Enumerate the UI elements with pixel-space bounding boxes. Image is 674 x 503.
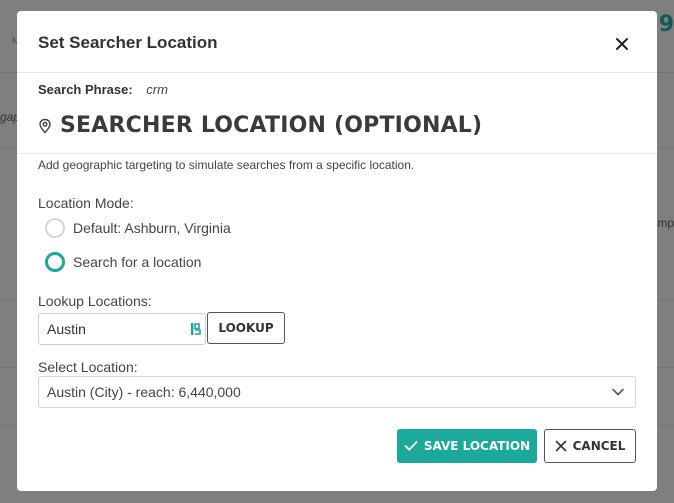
search-phrase-row: Search Phrase: crm <box>38 82 168 97</box>
close-icon <box>616 38 628 50</box>
location-mode-label: Location Mode: <box>38 195 134 211</box>
section-title: SEARCHER LOCATION (OPTIONAL) <box>60 113 483 138</box>
x-icon <box>555 440 566 452</box>
chevron-down-icon <box>612 388 624 396</box>
cancel-button[interactable]: CANCEL <box>544 429 636 463</box>
set-searcher-location-dialog: Set Searcher Location Search Phrase: crm… <box>17 11 657 491</box>
save-location-button[interactable]: SAVE LOCATION <box>397 429 537 463</box>
check-icon <box>404 441 418 451</box>
select-location-dropdown[interactable]: Austin (City) - reach: 6,440,000 <box>38 376 636 408</box>
cancel-label: CANCEL <box>572 439 626 453</box>
section-description: Add geographic targeting to simulate sea… <box>38 158 415 172</box>
radio-search-location[interactable]: Search for a location <box>45 252 201 272</box>
radio-default-location[interactable]: Default: Ashburn, Virginia <box>45 218 231 238</box>
background-fragment-right: mp <box>657 216 674 230</box>
search-phrase-value: crm <box>146 82 168 97</box>
lookup-locations-input[interactable] <box>38 313 206 345</box>
section-divider <box>17 153 657 154</box>
select-location-label: Select Location: <box>38 359 138 375</box>
radio-button-selected[interactable] <box>45 252 65 272</box>
map-pin-icon <box>39 118 51 133</box>
radio-label: Search for a location <box>73 254 202 270</box>
radio-label: Default: Ashburn, Virginia <box>73 220 231 236</box>
section-heading: SEARCHER LOCATION (OPTIONAL) <box>38 113 482 138</box>
dialog-header: Set Searcher Location <box>17 11 657 73</box>
search-phrase-label: Search Phrase: <box>38 82 133 97</box>
lookup-locations-label: Lookup Locations: <box>38 293 152 309</box>
radio-button[interactable] <box>45 218 65 238</box>
lookup-button[interactable]: LOOKUP <box>207 312 285 344</box>
password-manager-icon[interactable] <box>190 321 202 337</box>
select-location-value: Austin (City) - reach: 6,440,000 <box>47 384 241 400</box>
close-button[interactable] <box>613 35 631 53</box>
dialog-title: Set Searcher Location <box>38 33 218 52</box>
background-number: 9 <box>658 12 674 37</box>
save-location-label: SAVE LOCATION <box>423 439 531 453</box>
